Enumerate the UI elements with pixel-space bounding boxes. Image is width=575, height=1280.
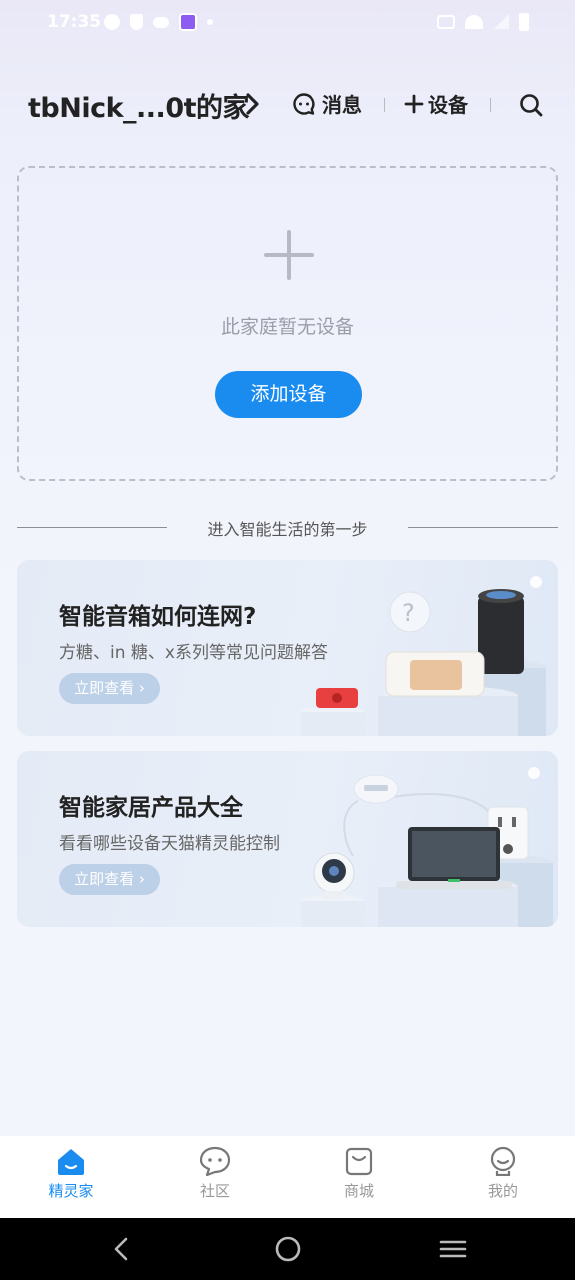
add-device-button[interactable]: 添加设备 xyxy=(215,371,362,418)
svg-text:?: ? xyxy=(402,599,415,627)
tab-store[interactable]: 商城 xyxy=(314,1146,404,1210)
battery-icon xyxy=(519,13,529,31)
status-icons-right xyxy=(437,13,529,31)
messages-label: 消息 xyxy=(322,93,362,117)
plus-icon xyxy=(404,94,424,113)
signal-icon xyxy=(493,15,509,29)
tab-label: 精灵家 xyxy=(48,1182,94,1200)
header: tbNick_...0t的家 消息 设备 xyxy=(0,80,575,130)
section-divider: 进入智能生活的第一步 xyxy=(17,514,558,540)
card-view-label: 立即查看 xyxy=(74,679,135,697)
community-icon xyxy=(199,1146,231,1176)
header-divider xyxy=(384,98,385,112)
check-circle-icon xyxy=(104,14,120,30)
add-placeholder-icon[interactable] xyxy=(262,228,316,282)
card-title: 智能家居产品大全 xyxy=(59,795,243,821)
card-speaker-network[interactable]: 智能音箱如何连网? 方糖、in 糖、x系列等常见问题解答 立即查看 › ? xyxy=(17,560,558,736)
divider-line-right xyxy=(408,527,558,528)
wifi-icon xyxy=(465,15,483,29)
home-icon xyxy=(58,1149,84,1175)
status-bar: 17:35 xyxy=(0,0,575,46)
status-icons-left xyxy=(104,13,213,31)
smart-speakers-illustration: ? xyxy=(301,576,546,736)
tab-profile[interactable]: 我的 xyxy=(458,1146,548,1210)
card-view-label: 立即查看 xyxy=(74,870,135,888)
add-device-label: 设备 xyxy=(428,93,468,117)
bottom-tab-bar: 精灵家 社区 商城 我的 xyxy=(0,1136,575,1218)
tab-label: 社区 xyxy=(199,1182,230,1200)
menu-icon[interactable] xyxy=(438,1234,468,1264)
dot-icon xyxy=(207,19,213,25)
smart-home-devices-illustration xyxy=(301,767,553,927)
card-subtitle: 方糖、in 糖、x系列等常见问题解答 xyxy=(59,643,328,663)
message-icon xyxy=(293,92,315,115)
card-title: 智能音箱如何连网? xyxy=(59,604,257,630)
empty-devices-panel: 此家庭暂无设备 添加设备 xyxy=(17,166,558,481)
status-time: 17:35 xyxy=(47,12,102,32)
cloud-icon xyxy=(153,16,169,28)
home-name[interactable]: tbNick_...0t的家 xyxy=(28,86,250,125)
card-view-button[interactable]: 立即查看 › xyxy=(59,864,160,895)
search-icon[interactable] xyxy=(518,92,544,118)
card-smart-home-products[interactable]: 智能家居产品大全 看看哪些设备天猫精灵能控制 立即查看 › xyxy=(17,751,558,927)
back-icon[interactable] xyxy=(107,1234,137,1264)
shield-icon xyxy=(130,14,143,30)
add-device-header-button[interactable]: 设备 xyxy=(404,89,468,118)
section-divider-text: 进入智能生活的第一步 xyxy=(207,520,368,539)
tab-community[interactable]: 社区 xyxy=(170,1146,260,1210)
system-nav-bar xyxy=(0,1218,575,1280)
tab-label: 商城 xyxy=(343,1182,374,1200)
app-icon xyxy=(179,13,197,31)
shopping-bag-icon xyxy=(345,1147,373,1176)
messages-button[interactable]: 消息 xyxy=(292,89,362,118)
tab-home[interactable]: 精灵家 xyxy=(26,1146,116,1210)
tab-label: 我的 xyxy=(487,1182,518,1200)
home-circle-icon[interactable] xyxy=(273,1234,303,1264)
header-divider xyxy=(490,98,491,112)
card-subtitle: 看看哪些设备天猫精灵能控制 xyxy=(59,834,280,854)
empty-message: 此家庭暂无设备 xyxy=(220,316,354,338)
card-view-button[interactable]: 立即查看 › xyxy=(59,673,160,704)
vibrate-icon xyxy=(437,15,455,29)
chevron-right-icon[interactable] xyxy=(243,92,263,116)
profile-icon xyxy=(490,1146,516,1176)
